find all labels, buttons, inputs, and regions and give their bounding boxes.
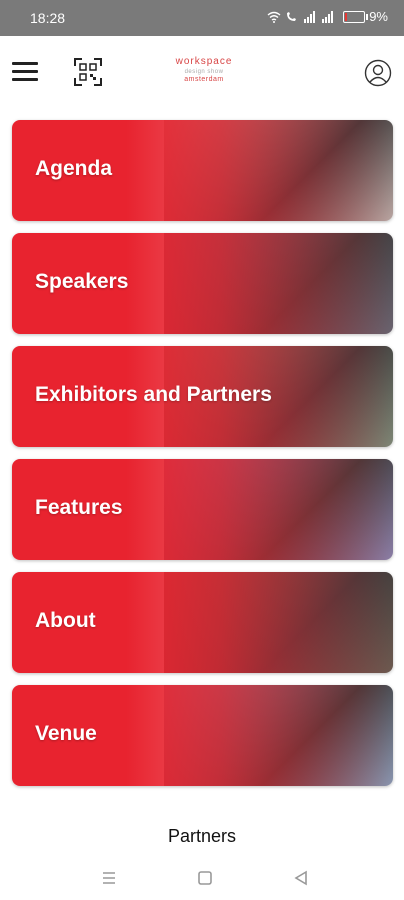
card-label: About	[35, 609, 96, 632]
app-header: workspace design show amsterdam	[0, 36, 404, 110]
card-label: Agenda	[35, 157, 113, 180]
card-label: Features	[35, 496, 123, 519]
user-icon[interactable]	[364, 59, 392, 87]
qr-scan-icon[interactable]	[74, 58, 102, 86]
hamburger-icon[interactable]	[12, 62, 38, 82]
menu-card-venue[interactable]: Venue	[12, 685, 393, 786]
menu-card-features[interactable]: Features	[12, 459, 393, 560]
card-label: Speakers	[35, 270, 129, 293]
signal-icon	[304, 10, 316, 23]
card-label: Exhibitors and Partners	[35, 383, 272, 406]
status-bar: 18:28 9%	[0, 0, 404, 36]
logo-line-3: amsterdam	[184, 76, 224, 83]
menu-card-agenda[interactable]: Agenda	[12, 120, 393, 221]
system-navigation-bar	[0, 860, 404, 900]
logo-line-1: workspace	[175, 56, 233, 67]
logo-line-2: design show	[184, 69, 224, 75]
card-label: Venue	[35, 722, 97, 745]
status-icons: 9%	[267, 9, 388, 24]
partners-heading: Partners	[167, 826, 237, 846]
menu-cards: Agenda Speakers Exhibitors and Partners Fea…	[12, 120, 393, 798]
battery-percent: 9%	[369, 9, 388, 24]
home-icon[interactable]	[195, 868, 215, 888]
menu-card-speakers[interactable]: Speakers	[12, 233, 393, 334]
battery-icon	[343, 10, 369, 23]
menu-card-about[interactable]: About	[12, 572, 393, 673]
wifi-call-icon	[287, 11, 297, 21]
signal-icon	[322, 10, 334, 23]
menu-card-exhibitors-and-partners[interactable]: Exhibitors and Partners	[12, 346, 393, 447]
wifi-icon	[267, 11, 281, 23]
menu-icon[interactable]	[99, 868, 119, 888]
back-icon[interactable]	[291, 868, 311, 888]
status-time: 18:28	[30, 10, 66, 26]
brand-logo: workspace design show amsterdam	[164, 56, 244, 83]
